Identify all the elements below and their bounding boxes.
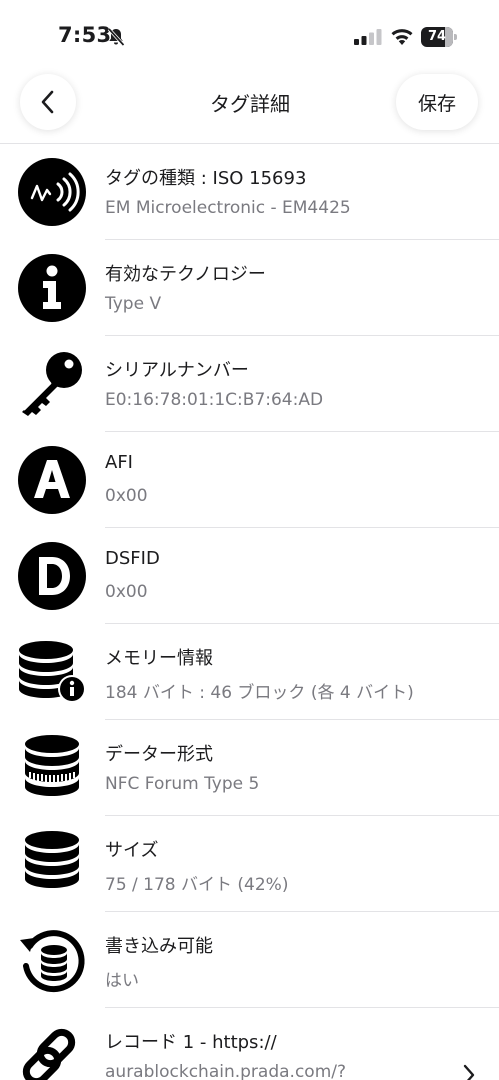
row-title: AFI [105, 452, 133, 473]
link-icon [22, 1028, 76, 1080]
detail-row-writable: 書き込み可能 はい [0, 912, 499, 1008]
row-value: 0x00 [105, 486, 148, 506]
row-value: EM Microelectronic - EM4425 [105, 198, 351, 218]
info-icon [18, 254, 86, 322]
database-write-icon [20, 930, 85, 993]
back-button[interactable] [20, 74, 76, 130]
detail-row-afi: AFI 0x00 [0, 432, 499, 528]
nfc-tag-icon [18, 158, 86, 226]
save-button[interactable]: 保存 [396, 74, 478, 130]
detail-row-technology: 有効なテクノロジー Type V [0, 240, 499, 336]
row-value: 75 / 178 バイト (42%) [105, 875, 289, 895]
navigation-bar: タグ詳細 保存 [0, 74, 499, 144]
row-title: レコード 1 - https:// [105, 1032, 277, 1053]
row-value: はい [105, 971, 139, 991]
cellular-signal-icon [354, 29, 382, 45]
page-title: タグ詳細 [210, 92, 290, 116]
detail-row-serial-number: シリアルナンバー E0:16:78:01:1C:B7:64:AD [0, 336, 499, 432]
tag-detail-list: タグの種類 : ISO 15693 EM Microelectronic - E… [0, 144, 499, 1080]
status-time: 7:53 [58, 23, 112, 47]
record-row-1[interactable]: レコード 1 - https:// aurablockchain.prada.c… [0, 1008, 499, 1080]
wifi-icon [391, 29, 413, 45]
database-format-icon [25, 735, 79, 796]
row-title: シリアルナンバー [105, 360, 249, 381]
database-icon [25, 831, 79, 888]
key-icon [22, 352, 82, 416]
detail-row-data-format: データー形式 NFC Forum Type 5 [0, 720, 499, 816]
database-info-icon [19, 641, 86, 703]
row-title: メモリー情報 [105, 648, 213, 669]
detail-row-dsfid: DSFID 0x00 [0, 528, 499, 624]
chevron-right-icon [463, 1064, 475, 1080]
row-value: NFC Forum Type 5 [105, 774, 260, 794]
battery-level-text: 74 [427, 29, 447, 44]
row-title: タグの種類 : ISO 15693 [105, 168, 307, 189]
detail-row-memory-info: メモリー情報 184 バイト : 46 ブロック (各 4 バイト) [0, 624, 499, 720]
row-value: 0x00 [105, 582, 148, 602]
chevron-left-icon [41, 90, 54, 114]
row-title: サイズ [105, 840, 159, 861]
row-title: DSFID [105, 548, 160, 569]
letter-a-icon [18, 446, 86, 514]
row-value: 184 バイト : 46 ブロック (各 4 バイト) [105, 683, 414, 703]
battery-indicator: 74 [421, 27, 457, 47]
row-title: データー形式 [105, 744, 213, 765]
status-bar: 7:53 74 [0, 0, 499, 74]
detail-row-tag-type: タグの種類 : ISO 15693 EM Microelectronic - E… [0, 144, 499, 240]
row-title: 有効なテクノロジー [105, 264, 266, 285]
row-value: E0:16:78:01:1C:B7:64:AD [105, 390, 324, 410]
row-title: 書き込み可能 [105, 936, 213, 957]
row-value: aurablockchain.prada.com/? [105, 1062, 347, 1080]
bell-slash-icon [107, 27, 125, 47]
row-value: Type V [105, 294, 162, 314]
detail-row-size: サイズ 75 / 178 バイト (42%) [0, 816, 499, 912]
letter-d-icon [18, 542, 86, 610]
